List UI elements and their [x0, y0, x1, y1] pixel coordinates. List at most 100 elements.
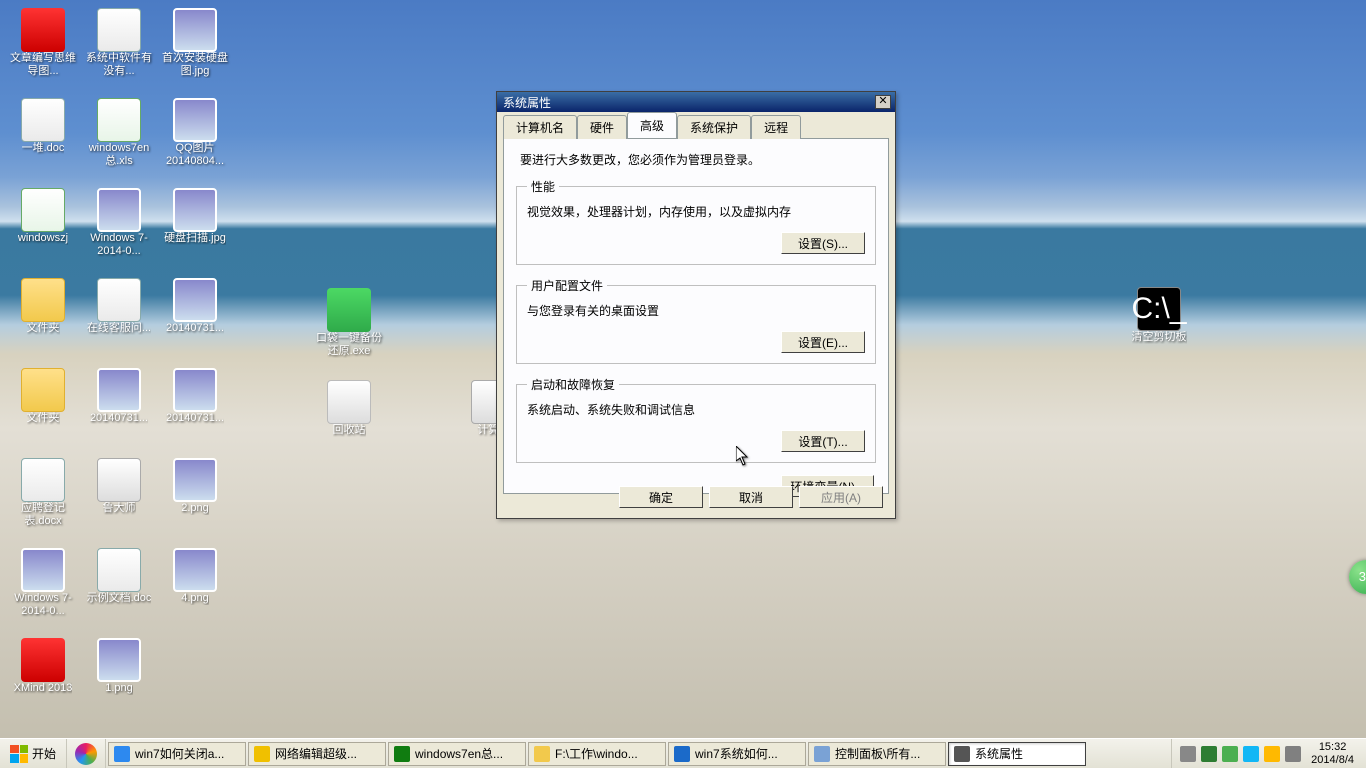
file-icon	[97, 458, 141, 502]
task-icon	[114, 746, 130, 762]
desktop-icon-doc-sysinsw[interactable]: 系统中软件有没有...	[82, 6, 156, 90]
desktop-icon-img-qqtupian[interactable]: QQ图片20140804...	[158, 96, 232, 180]
icon-label: 文件夹	[27, 412, 60, 425]
file-icon	[173, 458, 217, 502]
task-fwork[interactable]: F:\工作\windo...	[528, 742, 666, 766]
clock-time: 15:32	[1311, 741, 1354, 754]
desktop-icon-img-2png[interactable]: 2.png	[158, 456, 232, 540]
icon-label: 鲁大师	[103, 502, 136, 515]
user-profiles-settings-button[interactable]: 设置(E)...	[781, 331, 865, 353]
quick-launch-icon[interactable]	[75, 743, 97, 765]
task-win7en[interactable]: windows7en总...	[388, 742, 526, 766]
desktop-icon-doc-file[interactable]: 一堆.doc	[6, 96, 80, 180]
tray-vol[interactable]	[1285, 746, 1301, 762]
file-icon	[21, 548, 65, 592]
file-icon	[173, 278, 217, 322]
group-desc: 与您登录有关的桌面设置	[527, 302, 865, 319]
group-desc: 系统启动、系统失败和调试信息	[527, 401, 865, 418]
task-icon	[254, 746, 270, 762]
desktop-icon-img-1png[interactable]: 1.png	[82, 636, 156, 720]
file-icon	[173, 8, 217, 52]
desktop-icon-img-201407c[interactable]: 20140731...	[158, 366, 232, 450]
desktop-icon-img-4png[interactable]: 4.png	[158, 546, 232, 630]
file-icon	[97, 368, 141, 412]
file-icon	[21, 368, 65, 412]
startup-recovery-settings-button[interactable]: 设置(T)...	[781, 430, 865, 452]
tab-2[interactable]: 高级	[627, 112, 677, 138]
tray-qq[interactable]	[1243, 746, 1259, 762]
system-properties-dialog: 系统属性 ✕ 计算机名硬件高级系统保护远程 要进行大多数更改，您必须作为管理员登…	[496, 91, 896, 519]
task-icon	[814, 746, 830, 762]
desktop[interactable]: 文章编写思维导图...一堆.docwindowszj文件夹文件夹应聘登记表.do…	[0, 0, 1366, 738]
desktop-icon-img-yingpan[interactable]: 硬盘扫描.jpg	[158, 186, 232, 270]
icon-label: QQ图片20140804...	[159, 142, 231, 168]
desktop-icon-doc-shili[interactable]: 示例文档.doc	[82, 546, 156, 630]
tab-1[interactable]: 硬件	[577, 115, 627, 139]
file-icon	[21, 188, 65, 232]
tab-3[interactable]: 系统保护	[677, 115, 751, 139]
tray-360[interactable]	[1264, 746, 1280, 762]
desktop-icon-clear-clipboard[interactable]: C:\_ 清空剪切板	[1122, 285, 1196, 369]
file-icon	[97, 8, 141, 52]
desktop-icon-doc-online[interactable]: 在线客服问...	[82, 276, 156, 360]
group-desc: 视觉效果，处理器计划，内存使用，以及虚拟内存	[527, 203, 865, 220]
file-icon	[173, 548, 217, 592]
cancel-button[interactable]: 取消	[709, 486, 793, 508]
icon-label: Windows 7-2014-0...	[7, 592, 79, 618]
tray-net[interactable]	[1201, 746, 1217, 762]
desktop-icon-img-win7b[interactable]: Windows 7-2014-0...	[82, 186, 156, 270]
task-win7sys[interactable]: win7系统如何...	[668, 742, 806, 766]
desktop-icon-img-shouci[interactable]: 首次安装硬盘图.jpg	[158, 6, 232, 90]
desktop-icon-folder-2[interactable]: 文件夹	[6, 366, 80, 450]
file-icon	[97, 188, 141, 232]
desktop-icon-img-windows7[interactable]: Windows 7-2014-0...	[6, 546, 80, 630]
desktop-icon-xmind-2013[interactable]: XMind 2013	[6, 636, 80, 720]
desktop-icon-xls-windowszj[interactable]: windowszj	[6, 186, 80, 270]
desktop-icon-xmind-file[interactable]: 文章编写思维导图...	[6, 6, 80, 90]
clock-date: 2014/8/4	[1311, 754, 1354, 767]
performance-settings-button[interactable]: 设置(S)...	[781, 232, 865, 254]
taskbar-clock[interactable]: 15:32 2014/8/4	[1307, 741, 1358, 767]
desktop-icon-recycle-bin[interactable]: 回收站	[312, 378, 386, 462]
file-icon	[21, 98, 65, 142]
task-sysprops[interactable]: 系统属性	[948, 742, 1086, 766]
tab-0[interactable]: 计算机名	[503, 115, 577, 139]
icon-label: 4.png	[181, 592, 209, 605]
file-icon	[21, 458, 65, 502]
task-wangluo[interactable]: 网络编辑超级...	[248, 742, 386, 766]
icon-label: windowszj	[18, 232, 68, 245]
task-ctrlpanel[interactable]: 控制面板\所有...	[808, 742, 946, 766]
desktop-icon-docx-yingpin[interactable]: 应聘登记表.docx	[6, 456, 80, 540]
tab-4[interactable]: 远程	[751, 115, 801, 139]
icon-label: 20140731...	[90, 412, 148, 425]
desktop-icon-img-201407b[interactable]: 20140731...	[158, 276, 232, 360]
start-button[interactable]: 开始	[0, 739, 67, 768]
icon-label: windows7en总.xls	[83, 142, 155, 168]
apply-button[interactable]: 应用(A)	[799, 486, 883, 508]
desktop-icon-img-201407[interactable]: 20140731...	[82, 366, 156, 450]
task-label: win7系统如何...	[695, 745, 778, 762]
dialog-titlebar[interactable]: 系统属性 ✕	[497, 92, 895, 112]
desktop-icon-koudai-exe[interactable]: 口袋一键备份还原.exe	[312, 286, 386, 370]
group-legend: 用户配置文件	[527, 277, 607, 294]
cmd-icon: C:\_	[1137, 287, 1181, 331]
task-win7close[interactable]: win7如何关闭a...	[108, 742, 246, 766]
file-icon	[97, 98, 141, 142]
desktop-icon-xls-win7en[interactable]: windows7en总.xls	[82, 96, 156, 180]
icon-label: 20140731...	[166, 412, 224, 425]
windows-logo-icon	[10, 745, 28, 763]
task-label: win7如何关闭a...	[135, 745, 224, 762]
group-performance: 性能 视觉效果，处理器计划，内存使用，以及虚拟内存 设置(S)...	[516, 178, 876, 265]
side-badge[interactable]: 31	[1349, 560, 1366, 594]
close-icon[interactable]: ✕	[875, 95, 891, 109]
file-icon	[173, 98, 217, 142]
desktop-icon-folder-1[interactable]: 文件夹	[6, 276, 80, 360]
file-icon	[97, 638, 141, 682]
ok-button[interactable]: 确定	[619, 486, 703, 508]
desktop-icon-app-ludashi[interactable]: 鲁大师	[82, 456, 156, 540]
tray-shield[interactable]	[1222, 746, 1238, 762]
icon-label: 文章编写思维导图...	[7, 52, 79, 78]
task-label: 控制面板\所有...	[835, 745, 920, 762]
tray-expand[interactable]	[1180, 746, 1196, 762]
file-icon	[327, 288, 371, 332]
